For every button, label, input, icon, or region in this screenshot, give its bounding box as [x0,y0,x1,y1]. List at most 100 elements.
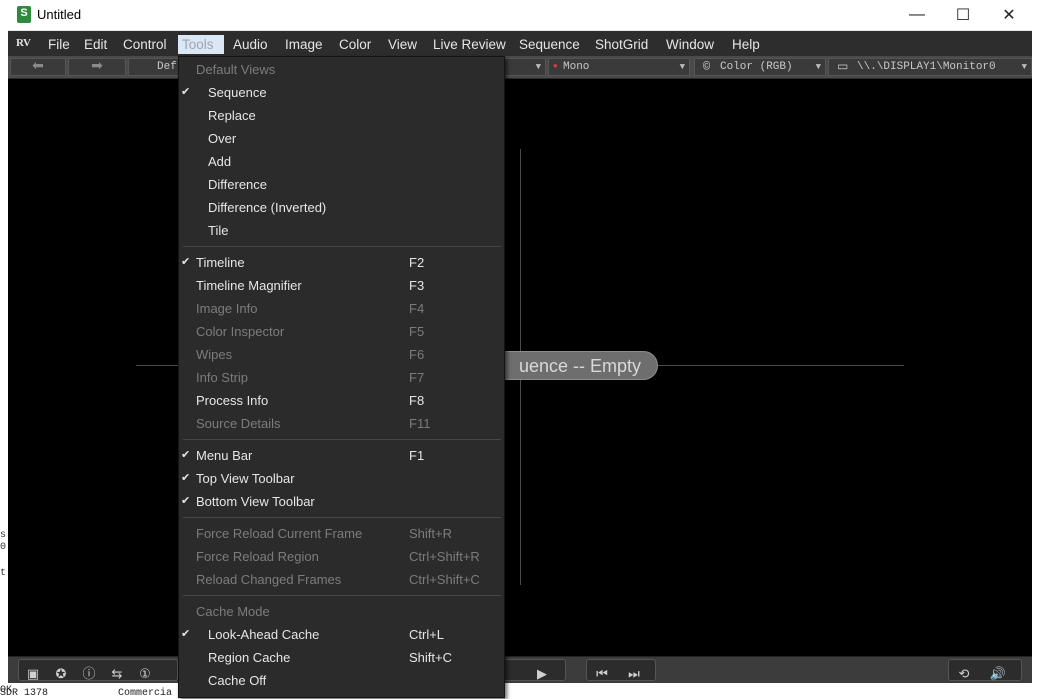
menu-separator [183,439,501,440]
skip-back-icon[interactable]: ⏮ [591,664,613,684]
menu-item-add[interactable]: Add [179,150,504,173]
timeline-icon[interactable]: ① [134,664,156,684]
menu-item-force-reload-current-frame: Force Reload Current Frame Shift+R [179,522,504,545]
menu-help[interactable]: Help [728,35,764,54]
skip-forward-icon[interactable]: ⏭ [623,664,645,684]
background-text: SDR 1378 [0,688,48,699]
menu-item-shortcut: Shift+R [409,522,452,545]
menu-item-label: Look-Ahead Cache [208,623,319,646]
menu-item-label: Difference (Inverted) [208,196,326,219]
menu-item-menu-bar[interactable]: ✔Menu BarF1 [179,444,504,467]
menu-audio[interactable]: Audio [229,35,272,54]
menu-item-image-info: Image Info F4 [179,297,504,320]
menu-item-shortcut: F1 [409,444,424,467]
menu-control[interactable]: Control [119,35,171,54]
loop-icon[interactable]: ⟲ [953,664,975,684]
menu-item-shortcut: F11 [409,412,430,435]
menu-item-label: Force Reload Region [196,545,319,568]
menu-color[interactable]: Color [335,35,375,54]
menu-separator [183,517,501,518]
menu-item-difference-inverted[interactable]: Difference (Inverted) [179,196,504,219]
menu-view[interactable]: View [384,35,421,54]
menu-edit[interactable]: Edit [80,35,111,54]
checkmark-icon: ✔ [181,444,190,467]
step-controls: ⏮ ⏭ [586,659,656,681]
tools-menu-dropdown: Default Views✔SequenceReplaceOverAddDiff… [178,56,505,698]
views-dropdown-end[interactable]: ▼ [504,58,546,76]
menu-item-shortcut: F4 [409,297,424,320]
menu-item-label: Timeline [196,251,245,274]
menu-item-shortcut: F6 [409,343,424,366]
close-button[interactable]: ✕ [986,0,1032,30]
background-text: t [0,568,6,579]
bottom-view-toolbar: ▣ ✪ ⓘ ⇆ ① ▶ ⏮ ⏭ ⟲ 🔊 [8,656,1032,683]
play-icon[interactable]: ▶ [531,664,553,684]
menu-tools[interactable]: Tools [178,35,224,54]
frame-icon[interactable]: ▣ [22,664,44,684]
info-icon[interactable]: ⓘ [78,664,100,684]
menu-item-label: Cache Off [208,669,266,692]
menu-file[interactable]: File [44,35,74,54]
menu-item-label: Force Reload Current Frame [196,522,362,545]
menu-item-cache-mode: Cache Mode [179,600,504,623]
menu-item-shortcut: Shift+C [409,646,452,669]
background-text: s [0,530,6,541]
menu-item-shortcut: Ctrl+L [409,623,444,646]
menu-item-source-details: Source Details F11 [179,412,504,435]
menu-item-cache-off[interactable]: Cache Off [179,669,504,692]
color-icon: © [703,59,710,75]
minimize-button[interactable]: — [894,0,940,30]
menu-item-label: Image Info [196,297,257,320]
menu-item-label: Source Details [196,412,281,435]
menu-item-shortcut: F3 [409,274,424,297]
menu-item-look-ahead-cache[interactable]: ✔ Look-Ahead Cache Ctrl+L [179,623,504,646]
menu-item-label: Bottom View Toolbar [196,490,315,513]
menu-shotgrid[interactable]: ShotGrid [591,35,652,54]
menu-item-label: Tile [208,219,228,242]
menu-window[interactable]: Window [662,35,718,54]
bottom-tool-group: ▣ ✪ ⓘ ⇆ ① [18,659,178,681]
menu-item-color-inspector: Color InspectorF5 [179,320,504,343]
background-text: 0 [0,542,6,553]
stereo-label: Mono [563,61,589,73]
checkmark-icon: ✔ [181,251,190,274]
color-dropdown[interactable]: © Color (RGB) ▼ [694,58,826,76]
menu-item-top-view-toolbar[interactable]: ✔Top View Toolbar [179,467,504,490]
menu-item-shortcut: F2 [409,251,424,274]
menu-item-region-cache[interactable]: Region CacheShift+C [179,646,504,669]
menu-image[interactable]: Image [281,35,327,54]
window-titlebar[interactable]: S Untitled — ☐ ✕ [8,0,1032,31]
menu-item-timeline-magnifier[interactable]: Timeline MagnifierF3 [179,274,504,297]
checkmark-icon: ✔ [181,490,190,513]
menu-item-process-info[interactable]: Process InfoF8 [179,389,504,412]
checkmark-icon: ✔ [181,623,190,646]
forward-arrow-icon[interactable]: ➡ [68,58,126,76]
menu-item-label: Over [208,127,236,150]
menu-item-info-strip: Info StripF7 [179,366,504,389]
menu-live-review[interactable]: Live Review [429,35,510,54]
menu-item-shortcut: F8 [409,389,424,412]
back-arrow-icon[interactable]: ⬅ [10,58,66,76]
menu-item-over[interactable]: Over [179,127,504,150]
image-viewer[interactable]: uence -- Empty [8,79,1032,656]
menu-item-difference[interactable]: Difference [179,173,504,196]
menu-item-sequence[interactable]: ✔Sequence [179,81,504,104]
display-dropdown[interactable]: ▭ \\.\DISPLAY1\Monitor0 ▼ [828,58,1032,76]
menu-item-label: Replace [208,104,256,127]
menu-item-bottom-view-toolbar[interactable]: ✔ Bottom View Toolbar [179,490,504,513]
maximize-button[interactable]: ☐ [940,0,986,30]
menu-item-label: Reload Changed Frames [196,568,341,591]
sequence-status-text: uence -- Empty [519,352,641,380]
stereo-dropdown[interactable]: ● Mono ▼ [548,58,690,76]
menu-item-force-reload-region: Force Reload Region Ctrl+Shift+R [179,545,504,568]
menu-item-tile[interactable]: Tile [179,219,504,242]
network-icon[interactable]: ✪ [50,664,72,684]
menu-item-replace[interactable]: Replace [179,104,504,127]
checkmark-icon: ✔ [181,81,190,104]
menu-item-shortcut: Ctrl+Shift+R [409,545,480,568]
menu-sequence[interactable]: Sequence [515,35,584,54]
menu-item-label: Wipes [196,343,232,366]
volume-icon[interactable]: 🔊 [987,664,1009,684]
menu-item-timeline[interactable]: ✔ Timeline F2 [179,251,504,274]
swap-icon[interactable]: ⇆ [106,664,128,684]
